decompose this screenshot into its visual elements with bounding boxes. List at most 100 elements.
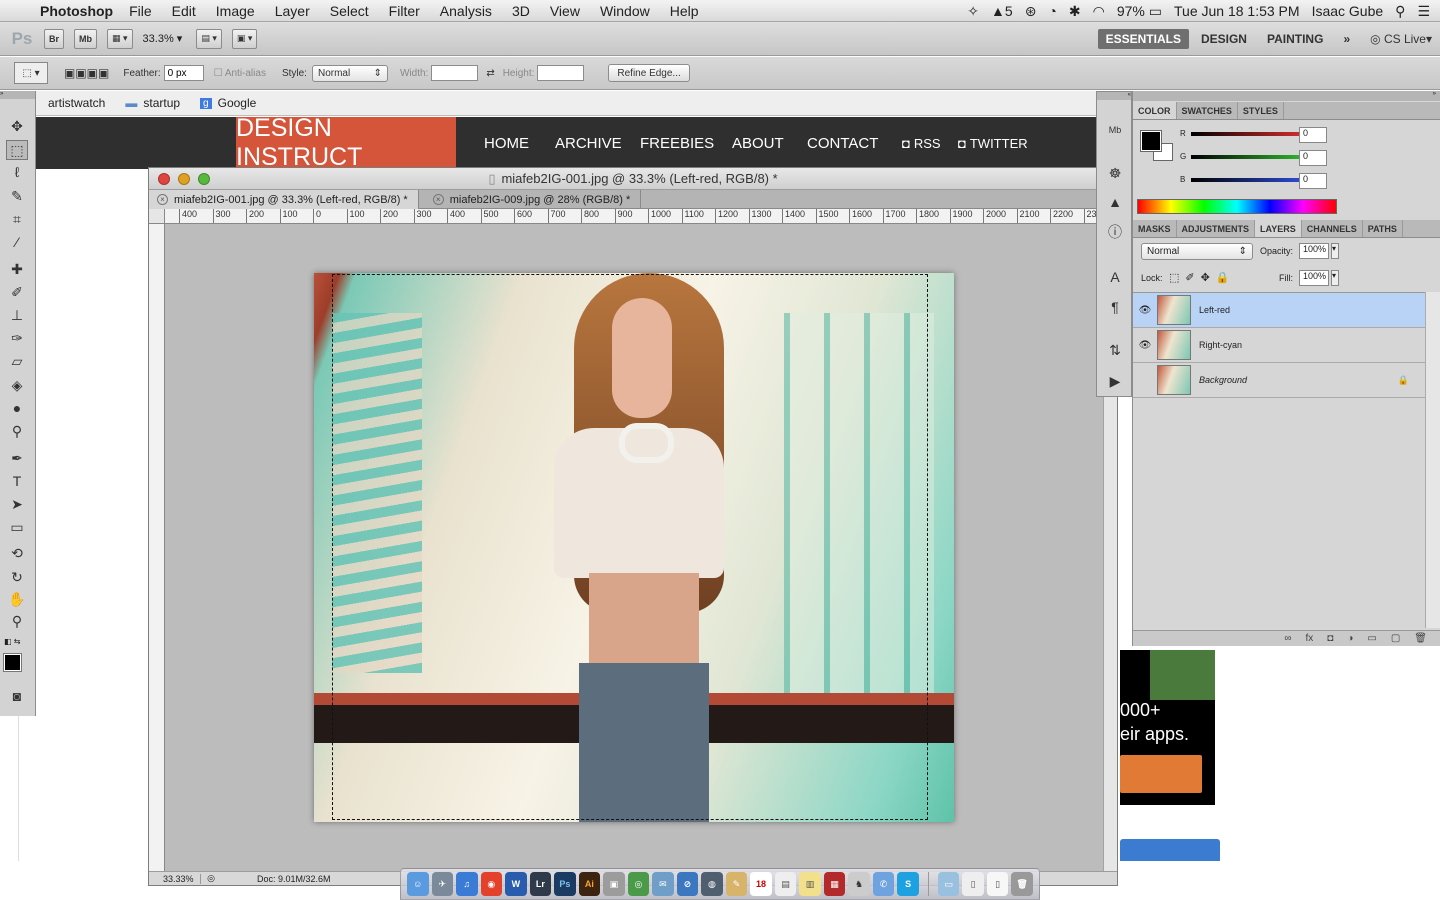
photobooth-dock-icon[interactable]: ▦ xyxy=(823,872,846,896)
type-tool-icon[interactable]: T xyxy=(6,471,28,491)
clock[interactable]: Tue Jun 18 1:53 PM xyxy=(1174,3,1300,19)
height-input[interactable] xyxy=(537,65,585,81)
width-input[interactable] xyxy=(431,65,479,81)
layer-name[interactable]: Left-red xyxy=(1199,305,1230,315)
info-panel-icon[interactable]: ⓘ xyxy=(1104,221,1126,243)
menu-layer[interactable]: Layer xyxy=(275,3,310,19)
default-colors-icon[interactable]: ◧ ⇆ xyxy=(4,637,20,646)
lasso-tool-icon[interactable]: ℓ xyxy=(6,162,28,182)
tab-paths[interactable]: PATHS xyxy=(1363,220,1403,237)
tab-adjustments[interactable]: ADJUSTMENTS xyxy=(1177,220,1256,237)
menu-select[interactable]: Select xyxy=(330,3,369,19)
rectangle-tool-icon[interactable]: ▭ xyxy=(6,517,28,537)
layer-name[interactable]: Background xyxy=(1199,375,1247,385)
tab-swatches[interactable]: SWATCHES xyxy=(1177,102,1238,119)
delete-layer-icon[interactable]: 🗑 xyxy=(1414,633,1427,644)
3d-rotate-tool-icon[interactable]: ⟲ xyxy=(6,543,28,563)
notes-dock-icon[interactable]: ✎ xyxy=(725,872,748,896)
spotlight-search-icon[interactable]: ⚲ xyxy=(1395,3,1405,20)
link-layers-icon[interactable]: ∞ xyxy=(1284,633,1291,644)
mail-dock-icon[interactable]: ✉ xyxy=(652,872,674,896)
nav-freebies[interactable]: FREEBIES xyxy=(640,117,714,169)
documents-dock-icon[interactable]: ▯ xyxy=(962,872,984,896)
bookmark-google[interactable]: g Google xyxy=(200,96,256,110)
accessibility-icon[interactable]: ⊛ xyxy=(1025,3,1037,20)
workspace-painting[interactable]: PAINTING xyxy=(1259,29,1331,49)
mini-bridge-panel-icon[interactable]: Mb xyxy=(1104,119,1126,141)
channel-r-value[interactable]: 0 xyxy=(1299,127,1327,143)
dropbox-icon[interactable]: ✧ xyxy=(967,3,979,20)
cs-live-menu[interactable]: ◎ CS Live▾ xyxy=(1362,29,1440,49)
dodge-tool-icon[interactable]: ⚲ xyxy=(6,421,28,441)
battery-indicator[interactable]: 97% ▭ xyxy=(1117,3,1162,20)
calendar-dock-icon[interactable]: 18 xyxy=(750,872,772,896)
animation-panel-icon[interactable]: ▶ xyxy=(1104,370,1126,392)
swap-dimensions-icon[interactable]: ⇄ xyxy=(486,68,494,79)
more-workspaces-icon[interactable]: » xyxy=(1335,29,1358,49)
stickies-dock-icon[interactable]: ▥ xyxy=(799,872,821,896)
move-tool-icon[interactable]: ✥ xyxy=(6,116,28,136)
layer-row-left-red[interactable]: 👁 Left-red xyxy=(1133,293,1425,328)
selection-marquee[interactable] xyxy=(332,274,928,820)
chess-dock-icon[interactable]: ♞ xyxy=(848,872,870,896)
paint-bucket-tool-icon[interactable]: ◈ xyxy=(6,375,28,395)
path-selection-tool-icon[interactable]: ➤ xyxy=(6,494,28,514)
paragraph-panel-icon[interactable]: ¶ xyxy=(1104,296,1126,318)
blend-mode-select[interactable]: Normal ⇕ xyxy=(1141,243,1253,260)
anti-alias-checkbox[interactable]: ☐ Anti-alias xyxy=(214,68,266,79)
menu-edit[interactable]: Edit xyxy=(172,3,196,19)
layer-row-right-cyan[interactable]: 👁 Right-cyan xyxy=(1133,328,1425,363)
color-fg-swatch[interactable] xyxy=(1140,130,1162,152)
adobe-updates-icon[interactable]: ▲5 xyxy=(991,3,1013,19)
menu-view[interactable]: View xyxy=(550,3,580,19)
layer-style-icon[interactable]: fx xyxy=(1306,633,1314,644)
healing-brush-tool-icon[interactable]: ✚ xyxy=(6,259,28,279)
ad-cta-button[interactable] xyxy=(1120,755,1202,793)
close-tab-icon[interactable]: × xyxy=(157,194,168,205)
layer-row-background[interactable]: Background 🔒 xyxy=(1133,363,1425,398)
itunes-dock-icon[interactable]: ♫ xyxy=(456,872,478,896)
eyedropper-tool-icon[interactable]: ⁄ xyxy=(6,232,28,252)
channel-b-slider[interactable] xyxy=(1191,178,1309,182)
user-name[interactable]: Isaac Gube xyxy=(1312,3,1384,19)
app-menu[interactable]: Photoshop xyxy=(40,3,113,19)
photoshop-dock-icon[interactable]: Ps xyxy=(554,872,576,896)
lightroom-dock-icon[interactable]: Lr xyxy=(529,872,552,896)
word-dock-icon[interactable]: W xyxy=(505,872,527,896)
tool-preset-picker[interactable]: ⬚ ▾ xyxy=(14,62,48,84)
hand-tool-icon[interactable]: ✋ xyxy=(6,589,28,609)
document-titlebar[interactable]: ▯ miafeb2IG-001.jpg @ 33.3% (Left-red, R… xyxy=(149,168,1117,190)
zoom-window-button[interactable] xyxy=(198,173,210,185)
wifi-icon[interactable]: ◠ xyxy=(1093,3,1105,20)
menu-image[interactable]: Image xyxy=(216,3,255,19)
channel-r-slider[interactable] xyxy=(1191,132,1309,136)
clone-source-panel-icon[interactable]: ⇅ xyxy=(1104,339,1126,361)
tab-document-001[interactable]: × miafeb2IG-001.jpg @ 33.3% (Left-red, R… xyxy=(149,190,419,209)
ruler-origin[interactable] xyxy=(149,209,165,224)
nav-archive[interactable]: ARCHIVE xyxy=(555,117,622,169)
nav-rss[interactable]: ◘ RSS xyxy=(902,117,941,169)
nav-contact[interactable]: CONTACT xyxy=(807,117,878,169)
bookmark-artistwatch[interactable]: artistwatch xyxy=(48,96,105,110)
navigator-panel-icon[interactable]: ☸ xyxy=(1104,162,1126,184)
lock-icons[interactable]: ⬚✐✥🔒 xyxy=(1169,271,1236,284)
add-mask-icon[interactable]: ◘ xyxy=(1327,633,1333,644)
menu-filter[interactable]: Filter xyxy=(389,3,420,19)
channel-b-value[interactable]: 0 xyxy=(1299,173,1327,189)
launchpad-dock-icon[interactable]: ✈ xyxy=(431,872,454,896)
histogram-panel-icon[interactable]: ▲ xyxy=(1104,191,1126,213)
menu-file[interactable]: File xyxy=(129,3,152,19)
color-spectrum-ramp[interactable] xyxy=(1137,199,1337,214)
new-layer-icon[interactable]: ▢ xyxy=(1391,633,1400,644)
menu-help[interactable]: Help xyxy=(670,3,699,19)
refine-edge-button[interactable]: Refine Edge... xyxy=(608,64,690,82)
opacity-dropdown-icon[interactable]: ▾ xyxy=(1331,243,1339,259)
tab-styles[interactable]: STYLES xyxy=(1238,102,1284,119)
layers-scrollbar[interactable] xyxy=(1425,292,1440,628)
view-extras-button[interactable]: ▦ ▾ xyxy=(107,28,133,49)
advertisement[interactable]: 000+ eir apps. xyxy=(1120,650,1215,805)
notification-list-icon[interactable]: ☰ xyxy=(1417,3,1430,20)
tab-layers[interactable]: LAYERS xyxy=(1255,220,1302,237)
adjustment-layer-icon[interactable]: ◑ xyxy=(1347,633,1353,644)
nav-home[interactable]: HOME xyxy=(484,117,529,169)
